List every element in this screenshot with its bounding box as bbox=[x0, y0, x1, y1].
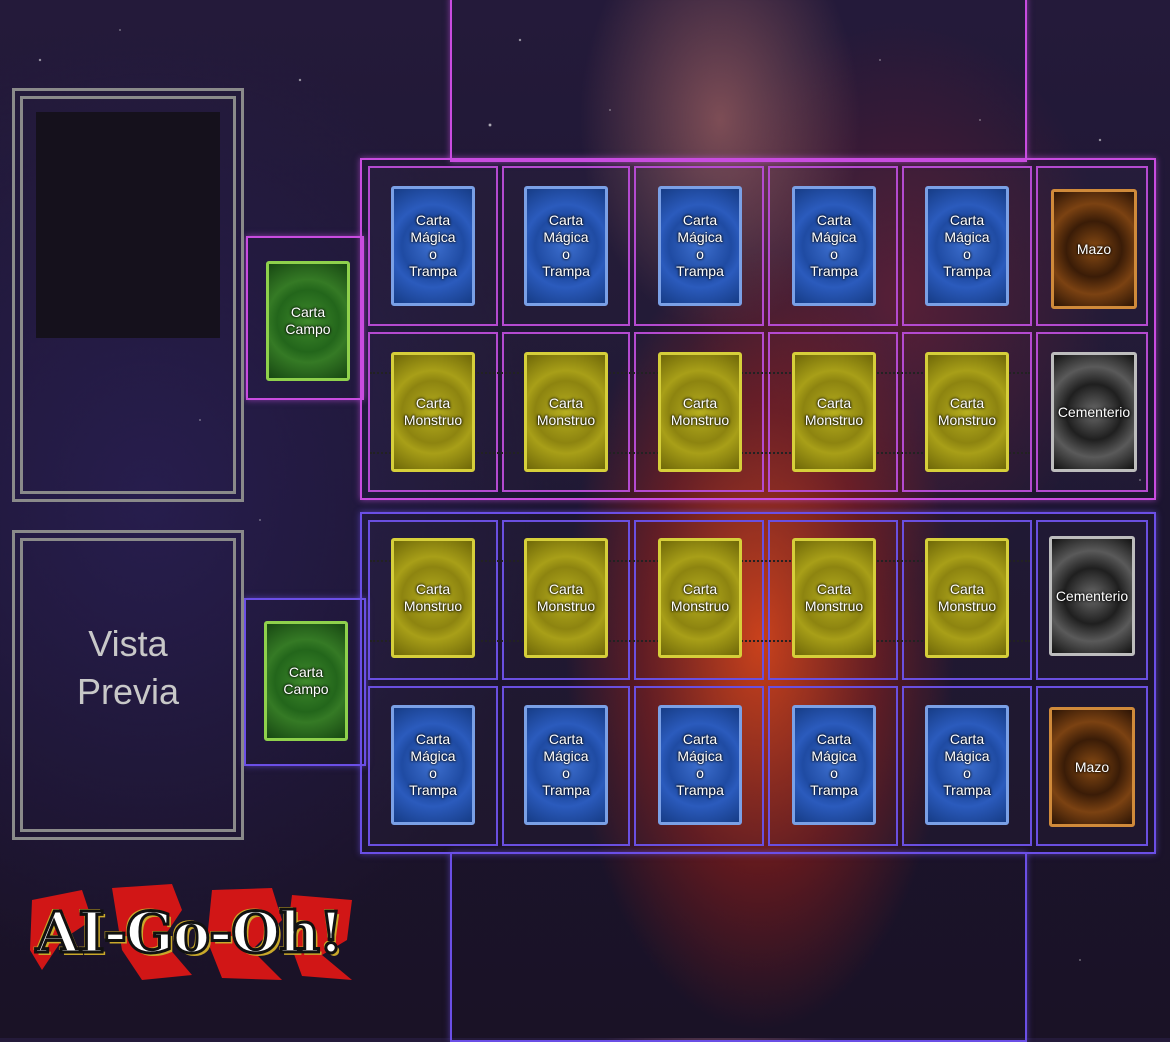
card-label: Carta Mágica o Trampa bbox=[676, 212, 724, 279]
player-deck-card[interactable]: Mazo bbox=[1049, 707, 1135, 827]
opponent-monster-card-5[interactable]: Carta Monstruo bbox=[925, 352, 1009, 472]
opponent-monster-card-3[interactable]: Carta Monstruo bbox=[658, 352, 742, 472]
card-label: Carta Mágica o Trampa bbox=[542, 731, 590, 798]
player-spell-card-5[interactable]: Carta Mágica o Trampa bbox=[925, 705, 1009, 825]
card-label: Carta Monstruo bbox=[536, 395, 596, 428]
card-label: Carta Monstruo bbox=[536, 581, 596, 614]
preview-title-line2: Previa bbox=[76, 671, 180, 712]
card-label: Carta Mágica o Trampa bbox=[676, 731, 724, 798]
opponent-monster-card-1[interactable]: Carta Monstruo bbox=[391, 352, 475, 472]
card-label: Carta Monstruo bbox=[937, 581, 997, 614]
opponent-monster-card-4[interactable]: Carta Monstruo bbox=[792, 352, 876, 472]
card-label: Carta Monstruo bbox=[804, 395, 864, 428]
player-extra-lane-outline bbox=[450, 852, 1027, 1042]
card-label: Carta Monstruo bbox=[937, 395, 997, 428]
card-label: Carta Mágica o Trampa bbox=[542, 212, 590, 279]
opponent-spell-card-5[interactable]: Carta Mágica o Trampa bbox=[925, 186, 1009, 306]
logo-text: AI-Go-Oh! bbox=[34, 899, 344, 968]
opponent-field-card[interactable]: Carta Campo bbox=[266, 261, 350, 381]
card-label: Cementerio bbox=[1055, 587, 1129, 604]
card-label: Carta Campo bbox=[285, 304, 331, 337]
game-logo: AI-Go-Oh! bbox=[22, 880, 362, 990]
opponent-graveyard-card[interactable]: Cementerio bbox=[1051, 352, 1137, 472]
card-label: Carta Monstruo bbox=[670, 581, 730, 614]
card-label: Mazo bbox=[1074, 758, 1110, 775]
player-field-card[interactable]: Carta Campo bbox=[264, 621, 348, 741]
card-label: Carta Campo bbox=[283, 664, 329, 697]
opponent-preview-image bbox=[36, 112, 220, 338]
opponent-spell-card-1[interactable]: Carta Mágica o Trampa bbox=[391, 186, 475, 306]
opponent-spell-card-2[interactable]: Carta Mágica o Trampa bbox=[524, 186, 608, 306]
opponent-spell-card-3[interactable]: Carta Mágica o Trampa bbox=[658, 186, 742, 306]
preview-title-line1: Vista bbox=[88, 623, 168, 664]
preview-title: Vista Previa bbox=[20, 620, 236, 716]
opponent-deck-card[interactable]: Mazo bbox=[1051, 189, 1137, 309]
card-label: Carta Mágica o Trampa bbox=[943, 212, 991, 279]
player-monster-card-3[interactable]: Carta Monstruo bbox=[658, 538, 742, 658]
card-label: Carta Monstruo bbox=[403, 581, 463, 614]
player-graveyard-card[interactable]: Cementerio bbox=[1049, 536, 1135, 656]
card-label: Carta Monstruo bbox=[804, 581, 864, 614]
opponent-extra-lane-outline bbox=[450, 0, 1027, 162]
player-monster-card-4[interactable]: Carta Monstruo bbox=[792, 538, 876, 658]
opponent-spell-card-4[interactable]: Carta Mágica o Trampa bbox=[792, 186, 876, 306]
card-label: Carta Mágica o Trampa bbox=[810, 212, 858, 279]
opponent-monster-card-2[interactable]: Carta Monstruo bbox=[524, 352, 608, 472]
card-label: Cementerio bbox=[1057, 403, 1131, 420]
player-monster-card-5[interactable]: Carta Monstruo bbox=[925, 538, 1009, 658]
card-label: Carta Monstruo bbox=[670, 395, 730, 428]
card-label: Carta Mágica o Trampa bbox=[409, 731, 457, 798]
card-label: Carta Monstruo bbox=[403, 395, 463, 428]
card-label: Mazo bbox=[1076, 240, 1112, 257]
card-label: Carta Mágica o Trampa bbox=[409, 212, 457, 279]
player-monster-card-2[interactable]: Carta Monstruo bbox=[524, 538, 608, 658]
card-label: Carta Mágica o Trampa bbox=[943, 731, 991, 798]
player-monster-card-1[interactable]: Carta Monstruo bbox=[391, 538, 475, 658]
player-spell-card-1[interactable]: Carta Mágica o Trampa bbox=[391, 705, 475, 825]
player-spell-card-2[interactable]: Carta Mágica o Trampa bbox=[524, 705, 608, 825]
card-label: Carta Mágica o Trampa bbox=[810, 731, 858, 798]
player-spell-card-3[interactable]: Carta Mágica o Trampa bbox=[658, 705, 742, 825]
player-spell-card-4[interactable]: Carta Mágica o Trampa bbox=[792, 705, 876, 825]
